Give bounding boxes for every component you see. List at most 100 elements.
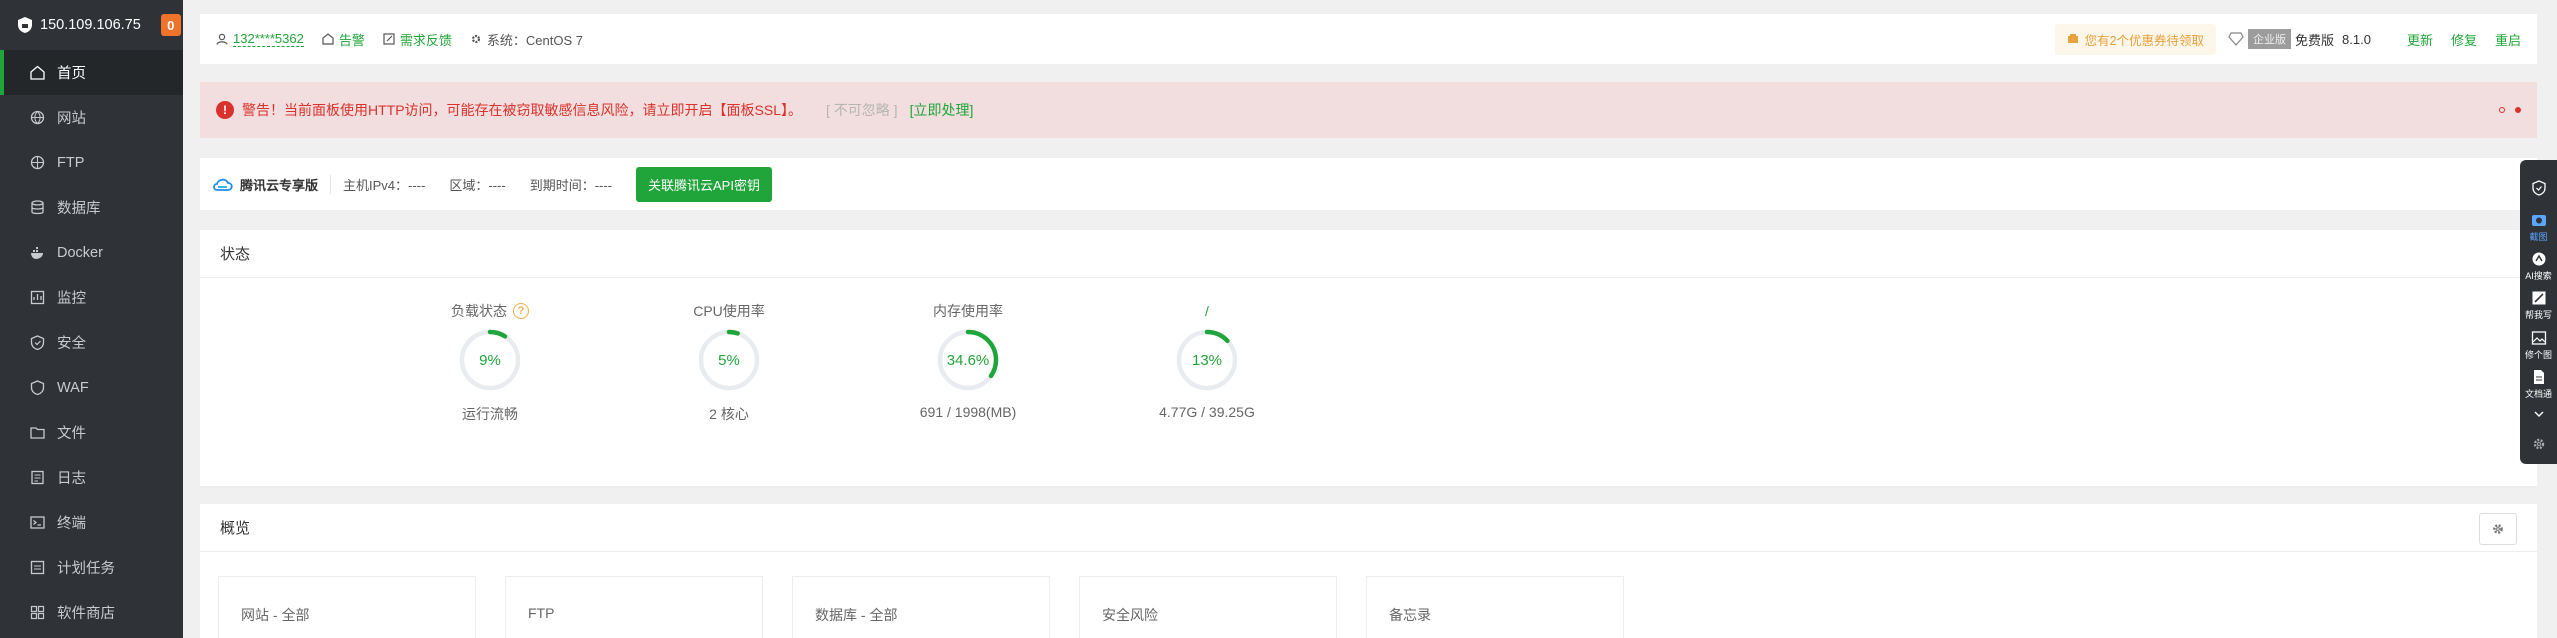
- alert-message: 警告！当前面板使用HTTP访问，可能存在被窃取敏感信息风险，请立即开启【面板SS…: [242, 102, 803, 118]
- update-link[interactable]: 更新: [2407, 30, 2433, 49]
- ftp-icon: [30, 155, 45, 170]
- help-icon[interactable]: ?: [513, 303, 529, 319]
- feedback-label[interactable]: 需求反馈: [400, 30, 452, 49]
- monitor-icon: [30, 290, 45, 305]
- sidebar-item-6[interactable]: 安全: [0, 320, 183, 365]
- toolbar-item-label: AI搜索: [2525, 270, 2552, 281]
- tencent-cloud-bar: 腾讯云专享版 主机IPv4：---- 区域：---- 到期时间：---- 关联腾…: [200, 158, 2537, 210]
- gauge-value: 9%: [479, 352, 501, 369]
- overview-card-2[interactable]: 数据库 - 全部: [792, 576, 1050, 638]
- gauge-subtext: 691 / 1998(MB): [919, 404, 1017, 420]
- sidebar-item-0[interactable]: 首页: [0, 50, 183, 95]
- user-icon: [216, 33, 228, 45]
- overview-card-0[interactable]: 网站 - 全部: [218, 576, 476, 638]
- gauge-2[interactable]: 内存使用率 34.6% 691 / 1998(MB): [868, 302, 1068, 420]
- sidebar-item-2[interactable]: FTP: [0, 140, 183, 185]
- alert-handle-link[interactable]: [立即处理]: [910, 100, 974, 120]
- coupon-label[interactable]: 您有2个优惠券待领取: [2085, 30, 2204, 49]
- overview-card-4[interactable]: 备忘录: [1366, 576, 1624, 638]
- gauge-subtext: 4.77G / 39.25G: [1159, 404, 1255, 420]
- gauge-label: /: [1107, 302, 1307, 320]
- tencent-title: 腾讯云专享版: [240, 177, 319, 193]
- gauge-ring: 5%: [698, 329, 760, 391]
- gauge-label: CPU使用率: [629, 302, 829, 320]
- camera-icon: [2531, 214, 2546, 226]
- edition-info[interactable]: 企业版 免费版 8.1.0: [2228, 29, 2371, 49]
- notice-label[interactable]: 告警: [339, 30, 365, 49]
- gauge-0[interactable]: 负载状态? 9% 运行流畅: [390, 302, 590, 424]
- sidebar-item-4[interactable]: Docker: [0, 230, 183, 275]
- shield-check-icon: [2531, 179, 2546, 196]
- toolbar-item-6[interactable]: [2520, 404, 2557, 425]
- sidebar-item-label: 软件商店: [57, 606, 115, 622]
- overview-card-1[interactable]: FTP: [505, 576, 763, 638]
- sidebar-item-9[interactable]: 日志: [0, 455, 183, 500]
- gauge-ring: 34.6%: [937, 329, 999, 391]
- overview-title: 概览: [200, 504, 2537, 552]
- gauge-1[interactable]: CPU使用率 5% 2 核心: [629, 302, 829, 424]
- top-right-group: 您有2个优惠券待领取 企业版 免费版 8.1.0 更新 修复 重启: [2054, 23, 2537, 55]
- overview-card-3[interactable]: 安全风险: [1079, 576, 1337, 638]
- toolbar-item-0[interactable]: [2520, 168, 2557, 207]
- sidebar-item-3[interactable]: 数据库: [0, 185, 183, 230]
- restart-link[interactable]: 重启: [2495, 30, 2521, 49]
- host-ipv4: 主机IPv4：----: [343, 177, 426, 193]
- gauge-value: 34.6%: [947, 352, 990, 369]
- clock-icon: [30, 560, 45, 575]
- coupon-notice[interactable]: 您有2个优惠券待领取: [2054, 23, 2217, 55]
- toolbar-item-1[interactable]: 截图: [2520, 207, 2557, 246]
- pager-dot-active[interactable]: [2515, 107, 2521, 113]
- sidebar-item-label: 数据库: [57, 201, 101, 217]
- user-name[interactable]: 132****5362: [233, 31, 304, 47]
- user-account[interactable]: 132****5362: [216, 31, 304, 47]
- feedback-link[interactable]: 需求反馈: [383, 30, 452, 49]
- sidebar-item-1[interactable]: 网站: [0, 95, 183, 140]
- sidebar-item-11[interactable]: 计划任务: [0, 545, 183, 590]
- globe-icon: [30, 110, 45, 125]
- alert-icon: !: [216, 101, 234, 119]
- link-api-key-button[interactable]: 关联腾讯云API密钥: [636, 166, 772, 202]
- write-icon: [2532, 291, 2545, 305]
- notice-icon: [322, 33, 334, 45]
- gear-icon: [471, 34, 480, 44]
- sidebar-item-label: 计划任务: [57, 561, 115, 577]
- sidebar-item-8[interactable]: 文件: [0, 410, 183, 455]
- sidebar-item-12[interactable]: 软件商店: [0, 590, 183, 635]
- sidebar-item-5[interactable]: 监控: [0, 275, 183, 320]
- gauge-value: 5%: [718, 352, 740, 369]
- gauge-ring: 9%: [459, 329, 521, 391]
- sidebar-item-label: Docker: [57, 244, 103, 261]
- sidebar-item-label: 文件: [57, 426, 86, 442]
- logo-icon: [18, 17, 32, 33]
- gauge-subtext: 运行流畅: [462, 406, 518, 422]
- gauge-3[interactable]: / 13% 4.77G / 39.25G: [1107, 302, 1307, 420]
- toolbar-item-5[interactable]: 文档通: [2520, 365, 2557, 404]
- notification-badge[interactable]: 0: [160, 14, 181, 36]
- sidebar: 150.109.106.75 0 首页 网站 FTP 数据库 Docker 监控 安全 WAF…: [0, 0, 183, 638]
- gauge-ring: 13%: [1176, 329, 1238, 391]
- overview-settings-button[interactable]: [2479, 513, 2517, 545]
- version-label: 8.1.0: [2342, 31, 2371, 47]
- gauge-label-text: 内存使用率: [933, 303, 1003, 319]
- repair-link[interactable]: 修复: [2451, 30, 2477, 49]
- toolbar-item-label: 修个图: [2524, 349, 2552, 360]
- gear-icon: [2493, 524, 2503, 534]
- sidebar-item-10[interactable]: 终端: [0, 500, 183, 545]
- docker-icon: [31, 247, 43, 259]
- toolbar-item-7[interactable]: [2520, 425, 2557, 464]
- sidebar-item-7[interactable]: WAF: [0, 365, 183, 410]
- waf-icon: [30, 380, 45, 395]
- gauge-value: 13%: [1192, 352, 1222, 369]
- toolbar-item-3[interactable]: 帮我写: [2520, 286, 2557, 325]
- coupon-icon: [2067, 34, 2078, 43]
- edit-icon: [383, 33, 395, 45]
- notice-link[interactable]: 告警: [322, 30, 365, 49]
- toolbar-item-4[interactable]: 修个图: [2520, 325, 2557, 364]
- pager-dot[interactable]: [2499, 107, 2505, 113]
- toolbar-item-2[interactable]: AI搜索: [2520, 247, 2557, 286]
- home-icon: [30, 65, 45, 80]
- status-panel: 状态 负载状态? 9% 运行流畅 CPU使用率 5% 2 核心 内存使用率 34.6% 691 …: [200, 230, 2537, 486]
- edition-tag: 企业版: [2248, 29, 2292, 49]
- log-icon: [31, 470, 44, 485]
- overview-panel: 概览 网站 - 全部 FTP 数据库 - 全部 安全风险 备忘录: [200, 504, 2537, 638]
